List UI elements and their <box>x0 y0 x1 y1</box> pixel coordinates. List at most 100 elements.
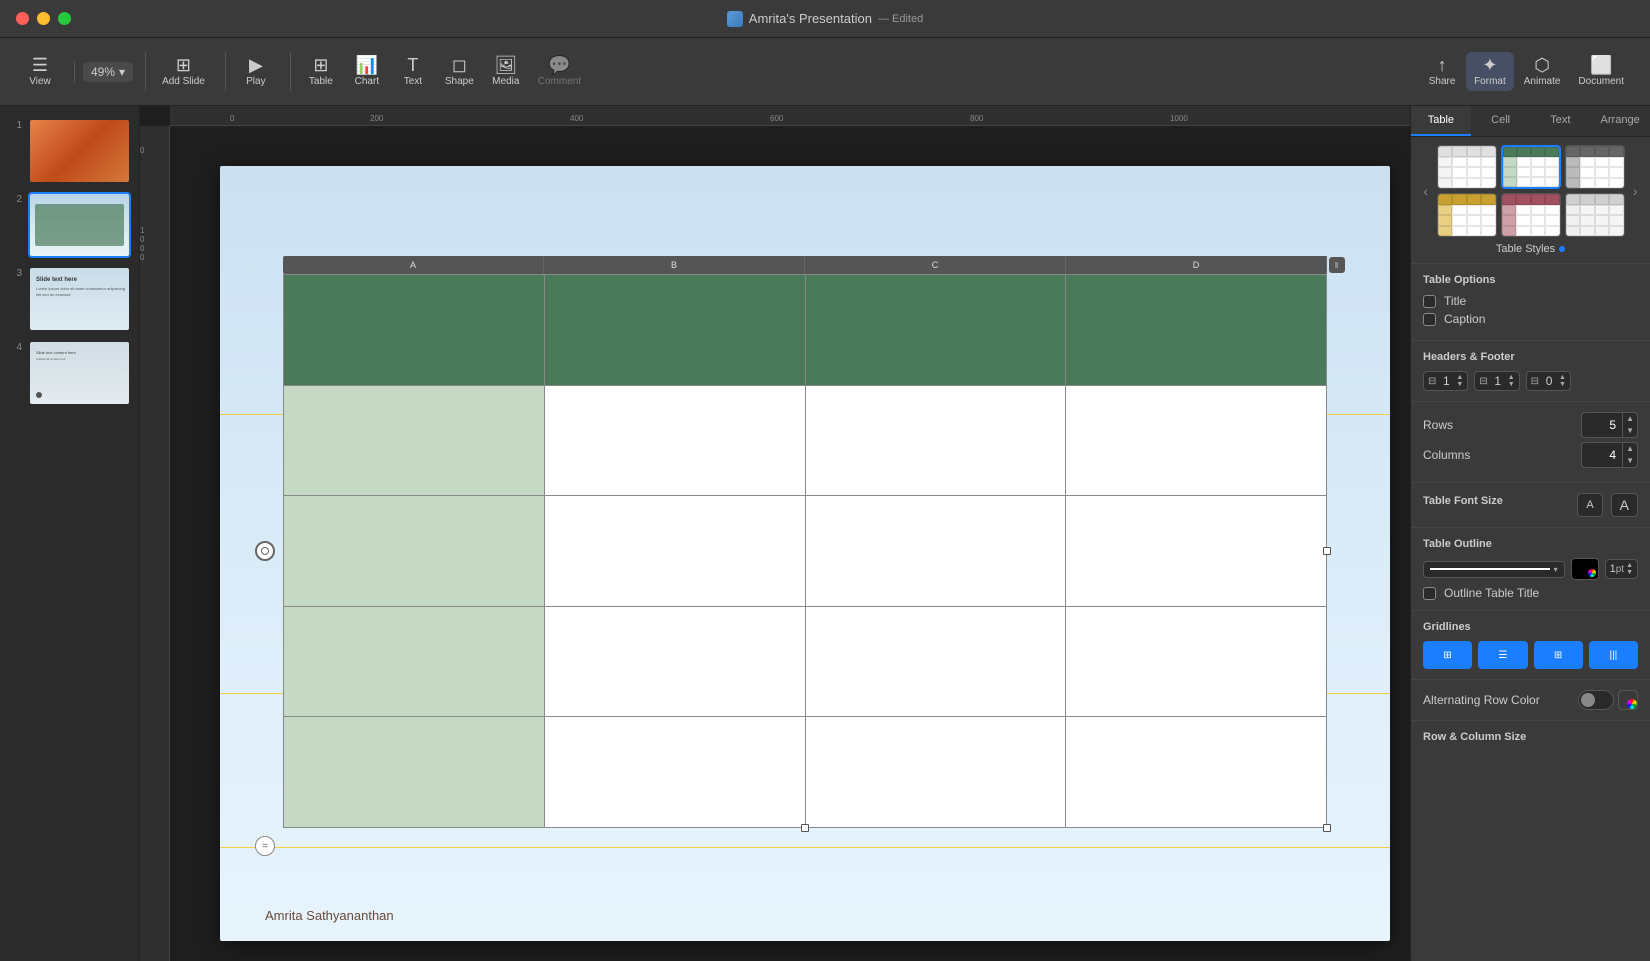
footer-rows-stepper[interactable]: ▲ ▼ <box>1559 374 1566 388</box>
canvas-area[interactable]: 0 200 400 600 800 1000 0 1000 A B <box>140 106 1410 961</box>
minimize-button[interactable] <box>37 12 50 25</box>
tab-cell[interactable]: Cell <box>1471 106 1531 136</box>
table-cell[interactable] <box>1066 385 1327 496</box>
col-resize-handle[interactable]: ‖ <box>1329 257 1345 273</box>
table-row[interactable] <box>284 275 1327 386</box>
font-increase-btn[interactable]: A <box>1611 493 1638 517</box>
slide-preview-3[interactable]: Slide text here Lorem ipsum dolor sit am… <box>28 266 131 332</box>
slide-table-container[interactable]: A B C D ‖ = <box>265 256 1345 846</box>
view-button[interactable]: ☰ View <box>18 52 62 91</box>
table-resize-bc[interactable] <box>801 824 809 832</box>
cols-stepper[interactable]: ▲ ▼ <box>1622 443 1637 467</box>
slide-thumb-3[interactable]: 3 Slide text here Lorem ipsum dolor sit … <box>0 262 139 336</box>
gridline-btn-v[interactable]: ||| <box>1589 641 1638 669</box>
table-resize-br[interactable] <box>1323 824 1331 832</box>
zoom-selector[interactable]: 49% ▾ <box>83 62 133 82</box>
eq-handle[interactable]: = <box>255 836 275 856</box>
header-cols-up[interactable]: ▲ <box>1508 374 1515 381</box>
styles-prev-arrow[interactable]: ‹ <box>1419 183 1433 199</box>
shape-button[interactable]: ◻ Shape <box>437 52 482 91</box>
chart-button[interactable]: 📊 Chart <box>345 52 389 91</box>
gridline-btn-rows[interactable]: ☰ <box>1478 641 1527 669</box>
style-swatch-1[interactable] <box>1437 145 1497 189</box>
gridline-btn-cols-all[interactable]: ⊞ <box>1534 641 1583 669</box>
style-swatch-6[interactable] <box>1565 193 1625 237</box>
pt-control[interactable]: 1 pt ▲ ▼ <box>1605 559 1638 579</box>
cols-down[interactable]: ▼ <box>1623 455 1637 467</box>
style-swatch-5[interactable] <box>1501 193 1561 237</box>
header-rows-down[interactable]: ▼ <box>1456 381 1463 388</box>
table-cell[interactable] <box>805 496 1066 607</box>
title-checkbox[interactable] <box>1423 295 1436 308</box>
pt-down[interactable]: ▼ <box>1626 569 1633 576</box>
table-row[interactable] <box>284 385 1327 496</box>
outline-title-checkbox[interactable] <box>1423 587 1436 600</box>
table-cell[interactable] <box>805 385 1066 496</box>
slide-thumb-1[interactable]: 1 <box>0 114 139 188</box>
table-button[interactable]: ⊞ Table <box>299 52 343 91</box>
styles-next-arrow[interactable]: › <box>1629 183 1643 199</box>
media-button[interactable]: 🖼 Media <box>484 52 528 91</box>
gridline-btn-all[interactable]: ⊞ <box>1423 641 1472 669</box>
circle-handle[interactable] <box>255 541 275 561</box>
table-row[interactable] <box>284 606 1327 717</box>
table-cell[interactable] <box>805 606 1066 717</box>
slide-thumb-2[interactable]: 2 <box>0 188 139 262</box>
table-cell[interactable] <box>544 385 805 496</box>
play-button[interactable]: ▶ Play <box>234 52 278 91</box>
style-swatch-2[interactable] <box>1501 145 1561 189</box>
window-controls[interactable] <box>16 12 71 25</box>
cols-control[interactable]: 4 ▲ ▼ <box>1581 442 1638 468</box>
comment-button[interactable]: 💬 Comment <box>530 52 589 91</box>
close-button[interactable] <box>16 12 29 25</box>
table-cell-h1[interactable] <box>284 275 545 386</box>
slide-table[interactable] <box>283 274 1327 828</box>
animate-button[interactable]: ⬡ Animate <box>1516 52 1569 91</box>
font-decrease-btn[interactable]: A <box>1577 493 1602 517</box>
outline-color-swatch[interactable] <box>1571 558 1599 580</box>
rows-stepper[interactable]: ▲ ▼ <box>1622 413 1637 437</box>
style-swatch-3[interactable] <box>1565 145 1625 189</box>
table-cell[interactable] <box>805 717 1066 828</box>
table-cell[interactable] <box>1066 496 1327 607</box>
footer-rows-control[interactable]: ⊟ 0 ▲ ▼ <box>1526 371 1571 391</box>
table-cell-h4[interactable] <box>1066 275 1327 386</box>
table-cell[interactable] <box>284 496 545 607</box>
table-cell[interactable] <box>544 496 805 607</box>
tab-arrange[interactable]: Arrange <box>1590 106 1650 136</box>
header-cols-down[interactable]: ▼ <box>1508 381 1515 388</box>
alt-row-toggle[interactable] <box>1578 690 1614 710</box>
alt-color-swatch[interactable] <box>1618 690 1638 710</box>
pt-up[interactable]: ▲ <box>1626 562 1633 569</box>
table-cell[interactable] <box>544 606 805 717</box>
style-swatch-4[interactable] <box>1437 193 1497 237</box>
slide-thumb-4[interactable]: 4 Slide text content here Additional con… <box>0 336 139 410</box>
maximize-button[interactable] <box>58 12 71 25</box>
table-cell[interactable] <box>1066 717 1327 828</box>
tab-table[interactable]: Table <box>1411 106 1471 136</box>
header-rows-stepper[interactable]: ▲ ▼ <box>1456 374 1463 388</box>
slide-preview-4[interactable]: Slide text content here Additional conte… <box>28 340 131 406</box>
header-cols-stepper[interactable]: ▲ ▼ <box>1508 374 1515 388</box>
table-cell[interactable] <box>284 606 545 717</box>
document-button[interactable]: ⬜ Document <box>1570 52 1632 91</box>
outline-style-selector[interactable]: ▾ <box>1423 561 1565 578</box>
format-button[interactable]: ✦ Format <box>1466 52 1514 91</box>
slide-preview-2[interactable] <box>28 192 131 258</box>
rows-up[interactable]: ▲ <box>1623 413 1637 425</box>
pt-stepper[interactable]: ▲ ▼ <box>1626 562 1633 576</box>
footer-rows-up[interactable]: ▲ <box>1559 374 1566 381</box>
share-button[interactable]: ↑ Share <box>1420 52 1464 91</box>
table-cell-h2[interactable] <box>544 275 805 386</box>
footer-rows-down[interactable]: ▼ <box>1559 381 1566 388</box>
slide-preview-1[interactable] <box>28 118 131 184</box>
table-row[interactable] <box>284 717 1327 828</box>
text-button[interactable]: T Text <box>391 52 435 91</box>
cols-up[interactable]: ▲ <box>1623 443 1637 455</box>
tab-text[interactable]: Text <box>1531 106 1591 136</box>
table-cell[interactable] <box>544 717 805 828</box>
header-cols-control[interactable]: ⊟ 1 ▲ ▼ <box>1474 371 1519 391</box>
add-slide-button[interactable]: ⊞ Add Slide <box>154 52 213 91</box>
table-cell[interactable] <box>1066 606 1327 717</box>
rows-down[interactable]: ▼ <box>1623 425 1637 437</box>
